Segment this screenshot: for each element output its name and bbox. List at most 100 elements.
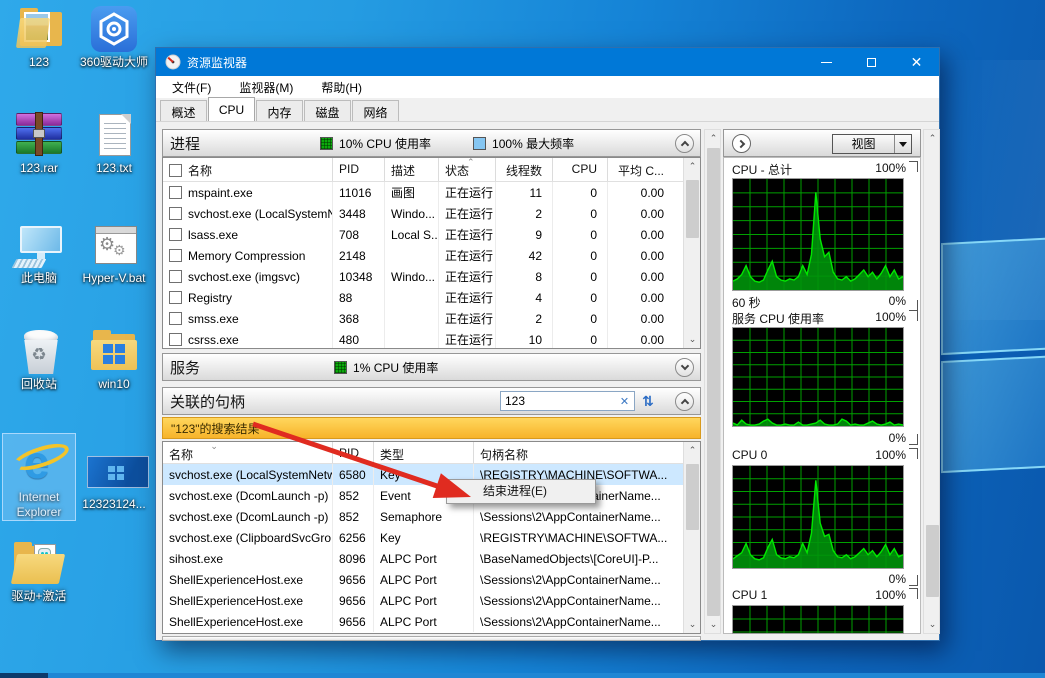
desktop-icon-123-txt[interactable]: 123.txt bbox=[75, 112, 153, 176]
col-cpu[interactable]: CPU bbox=[553, 158, 608, 181]
scroll-up-icon[interactable]: ⌃ bbox=[705, 130, 722, 147]
handle-row[interactable]: ShellExperienceHost.exe9656ALPC Port\Ses… bbox=[163, 611, 700, 632]
graph-panel-scrollbar[interactable]: ⌃ ⌄ bbox=[923, 129, 940, 634]
desktop-icon-12323124[interactable]: 12323124... bbox=[75, 448, 153, 512]
col-pid[interactable]: PID bbox=[333, 158, 385, 181]
handle-search-input[interactable] bbox=[500, 391, 615, 411]
clear-search-icon[interactable]: ✕ bbox=[615, 391, 635, 411]
cell-name[interactable]: lsass.exe bbox=[163, 224, 333, 245]
dropdown-arrow[interactable] bbox=[894, 135, 911, 153]
process-row[interactable]: lsass.exe708Local S...正在运行900.00 bbox=[163, 224, 700, 245]
tab-overview[interactable]: 概述 bbox=[160, 100, 207, 121]
cell-name[interactable]: Registry bbox=[163, 287, 333, 308]
graph-cpu0-labels: CPU 0 100% bbox=[732, 448, 918, 462]
process-row[interactable]: smss.exe368正在运行200.00 bbox=[163, 308, 700, 329]
process-row[interactable]: mspaint.exe11016画图正在运行1100.00 bbox=[163, 182, 700, 203]
handles-table-scrollbar[interactable]: ⌃ ⌄ bbox=[683, 442, 700, 633]
process-row[interactable]: csrss.exe480正在运行1000.00 bbox=[163, 329, 700, 349]
scrollbar-thumb[interactable] bbox=[686, 464, 699, 530]
tab-memory[interactable]: 内存 bbox=[256, 100, 303, 121]
close-button[interactable]: ✕ bbox=[894, 48, 939, 76]
tab-disk[interactable]: 磁盘 bbox=[304, 100, 351, 121]
row-checkbox[interactable] bbox=[169, 207, 182, 220]
tab-network[interactable]: 网络 bbox=[352, 100, 399, 121]
menu-monitor[interactable]: 监视器(M) bbox=[231, 77, 301, 98]
row-checkbox[interactable] bbox=[169, 186, 182, 199]
col-desc[interactable]: 描述 bbox=[385, 158, 439, 181]
scroll-down-icon[interactable]: ⌄ bbox=[684, 616, 701, 633]
scroll-down-icon[interactable]: ⌄ bbox=[924, 616, 941, 633]
desktop-icon-recycle-bin[interactable]: ♻ 回收站 bbox=[0, 328, 78, 392]
cell-avg: 0.00 bbox=[608, 308, 674, 329]
scroll-up-icon[interactable]: ⌃ bbox=[684, 158, 701, 175]
cell-name[interactable]: smss.exe bbox=[163, 308, 333, 329]
desktop-icon-internet-explorer[interactable]: e Internet Explorer bbox=[0, 437, 78, 520]
handle-row[interactable]: svchost.exe (DcomLaunch -p)852Semaphore\… bbox=[163, 506, 700, 527]
col-type[interactable]: 类型 bbox=[374, 442, 474, 463]
process-row[interactable]: Memory Compression2148正在运行4200.00 bbox=[163, 245, 700, 266]
panel-expand-button[interactable] bbox=[732, 134, 751, 153]
col-avg-cpu[interactable]: 平均 C... bbox=[608, 158, 674, 181]
col-status[interactable]: ⌃状态 bbox=[439, 158, 496, 181]
process-row[interactable]: svchost.exe (imgsvc)10348Windo...正在运行800… bbox=[163, 266, 700, 287]
menu-help[interactable]: 帮助(H) bbox=[313, 77, 370, 98]
process-collapse-button[interactable] bbox=[675, 134, 694, 153]
desktop-icon-360-driver-master[interactable]: 360驱动大师 bbox=[75, 6, 153, 70]
scrollbar-thumb[interactable] bbox=[926, 525, 939, 597]
menu-file[interactable]: 文件(F) bbox=[164, 77, 219, 98]
desktop-icon-123[interactable]: 123 bbox=[0, 6, 78, 70]
process-row[interactable]: svchost.exe (LocalSystemN...3448Windo...… bbox=[163, 203, 700, 224]
handle-row[interactable]: sihost.exe8096ALPC Port\BaseNamedObjects… bbox=[163, 548, 700, 569]
desktop-icon-hyperv-bat[interactable]: ⚙⚙ Hyper-V.bat bbox=[75, 222, 153, 286]
row-checkbox[interactable] bbox=[169, 228, 182, 241]
cell-name[interactable]: mspaint.exe bbox=[163, 182, 333, 203]
chevron-up-icon bbox=[681, 399, 689, 407]
refresh-search-icon[interactable]: ⇅ bbox=[637, 391, 659, 411]
title-bar[interactable]: 资源监视器 ✕ bbox=[156, 48, 939, 76]
col-threads[interactable]: 线程数 bbox=[496, 158, 553, 181]
row-checkbox[interactable] bbox=[169, 249, 182, 262]
cell-name[interactable]: csrss.exe bbox=[163, 329, 333, 349]
handle-row[interactable]: ShellExperienceHost.exe9656ALPC Port\Ses… bbox=[163, 569, 700, 590]
cell-name[interactable]: Memory Compression bbox=[163, 245, 333, 266]
process-row[interactable]: Registry88正在运行400.00 bbox=[163, 287, 700, 308]
handle-row[interactable]: svchost.exe (DcomLaunch -p)852Event\Sess… bbox=[163, 485, 700, 506]
col-pid[interactable]: PID bbox=[333, 442, 374, 463]
scroll-down-icon[interactable]: ⌄ bbox=[684, 331, 701, 348]
handle-row[interactable]: ShellExperienceHost.exe9656ALPC Port\Ses… bbox=[163, 590, 700, 611]
col-handle-name[interactable]: 句柄名称 bbox=[474, 442, 685, 463]
handles-collapse-button[interactable] bbox=[675, 392, 694, 411]
minimize-button[interactable] bbox=[804, 48, 849, 76]
handles-section-header[interactable]: 关联的句柄 ✕ ⇅ bbox=[162, 387, 701, 415]
row-checkbox[interactable] bbox=[169, 270, 182, 283]
process-section-header[interactable]: 进程 10% CPU 使用率 100% 最大频率 bbox=[162, 129, 701, 157]
cell-name[interactable]: svchost.exe (LocalSystemN... bbox=[163, 203, 333, 224]
cell-name[interactable]: svchost.exe (imgsvc) bbox=[163, 266, 333, 287]
scrollbar-thumb[interactable] bbox=[686, 180, 699, 238]
scrollbar-thumb[interactable] bbox=[707, 148, 720, 616]
select-all-checkbox[interactable] bbox=[169, 164, 182, 177]
main-content-scrollbar[interactable]: ⌃ ⌄ bbox=[704, 129, 721, 634]
services-section-header[interactable]: 服务 1% CPU 使用率 bbox=[162, 353, 701, 381]
desktop-icon-123-rar[interactable]: 123.rar bbox=[0, 112, 78, 176]
maximize-button[interactable] bbox=[849, 48, 894, 76]
desktop-icon-this-pc[interactable]: 此电脑 bbox=[0, 222, 78, 286]
row-checkbox[interactable] bbox=[169, 291, 182, 304]
desktop-icon-driver-activate[interactable]: 驱动+激活 bbox=[0, 540, 78, 604]
col-name[interactable]: ⌄名称 bbox=[163, 442, 333, 463]
handle-row[interactable]: svchost.exe (ClipboardSvcGro...6256Key\R… bbox=[163, 527, 700, 548]
scroll-up-icon[interactable]: ⌃ bbox=[684, 442, 701, 459]
col-name[interactable]: 名称 bbox=[163, 158, 333, 181]
process-table-scrollbar[interactable]: ⌃ ⌄ bbox=[683, 158, 700, 348]
services-expand-button[interactable] bbox=[675, 358, 694, 377]
tab-cpu[interactable]: CPU bbox=[208, 97, 255, 121]
row-checkbox[interactable] bbox=[169, 312, 182, 325]
scroll-down-icon[interactable]: ⌄ bbox=[705, 616, 722, 633]
scroll-up-icon[interactable]: ⌃ bbox=[924, 130, 941, 147]
graph-services-footer: 0% bbox=[732, 431, 918, 445]
row-checkbox[interactable] bbox=[169, 333, 182, 346]
handle-row[interactable]: svchost.exe (LocalSystemNetw...6580Key\R… bbox=[163, 464, 700, 485]
view-dropdown-button[interactable]: 视图 bbox=[832, 134, 912, 154]
desktop-icon-win10-folder[interactable]: win10 bbox=[75, 328, 153, 392]
end-process-menu-item[interactable]: 结束进程(E) bbox=[447, 480, 595, 503]
